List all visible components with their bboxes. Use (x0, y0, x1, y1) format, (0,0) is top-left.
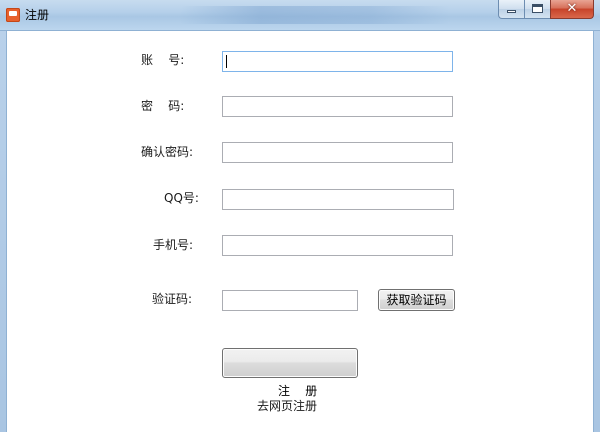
close-icon: ✕ (566, 1, 578, 16)
maximize-icon (532, 4, 543, 13)
account-label: 账 号: (141, 53, 185, 67)
confirm-password-input[interactable] (222, 142, 453, 163)
verification-code-label: 验证码: (152, 292, 193, 306)
phone-label: 手机号: (153, 238, 194, 252)
registration-form: 账 号: 密 码: 确认密码: QQ号: 手机号: 验证码: 获取验证码 注 册… (7, 31, 593, 432)
minimize-button[interactable] (498, 0, 524, 19)
password-input[interactable] (222, 96, 453, 117)
window-title: 注册 (25, 8, 50, 22)
password-label: 密 码: (141, 99, 185, 113)
minimize-icon (507, 10, 516, 13)
title-bar-glow (180, 6, 450, 24)
qq-label: QQ号: (164, 191, 199, 205)
phone-input[interactable] (222, 235, 453, 256)
app-icon[interactable] (6, 8, 20, 22)
window-frame-left (0, 31, 7, 432)
verification-code-input[interactable] (222, 290, 358, 311)
qq-input[interactable] (222, 189, 454, 210)
get-code-button-label: 获取验证码 (386, 293, 447, 307)
text-caret (226, 55, 227, 68)
web-register-link[interactable]: 去网页注册 (257, 397, 317, 414)
maximize-button[interactable] (524, 0, 550, 19)
account-input[interactable] (222, 51, 453, 72)
register-button-label: 注 册 (278, 384, 318, 398)
title-bar[interactable]: 注册 ✕ (0, 0, 600, 31)
get-code-button[interactable]: 获取验证码 (378, 289, 455, 311)
confirm-password-label: 确认密码: (141, 145, 194, 159)
caption-buttons: ✕ (498, 0, 594, 20)
window-frame-right (593, 31, 600, 432)
register-button[interactable]: 注 册 (222, 348, 358, 398)
close-button[interactable]: ✕ (550, 0, 594, 19)
